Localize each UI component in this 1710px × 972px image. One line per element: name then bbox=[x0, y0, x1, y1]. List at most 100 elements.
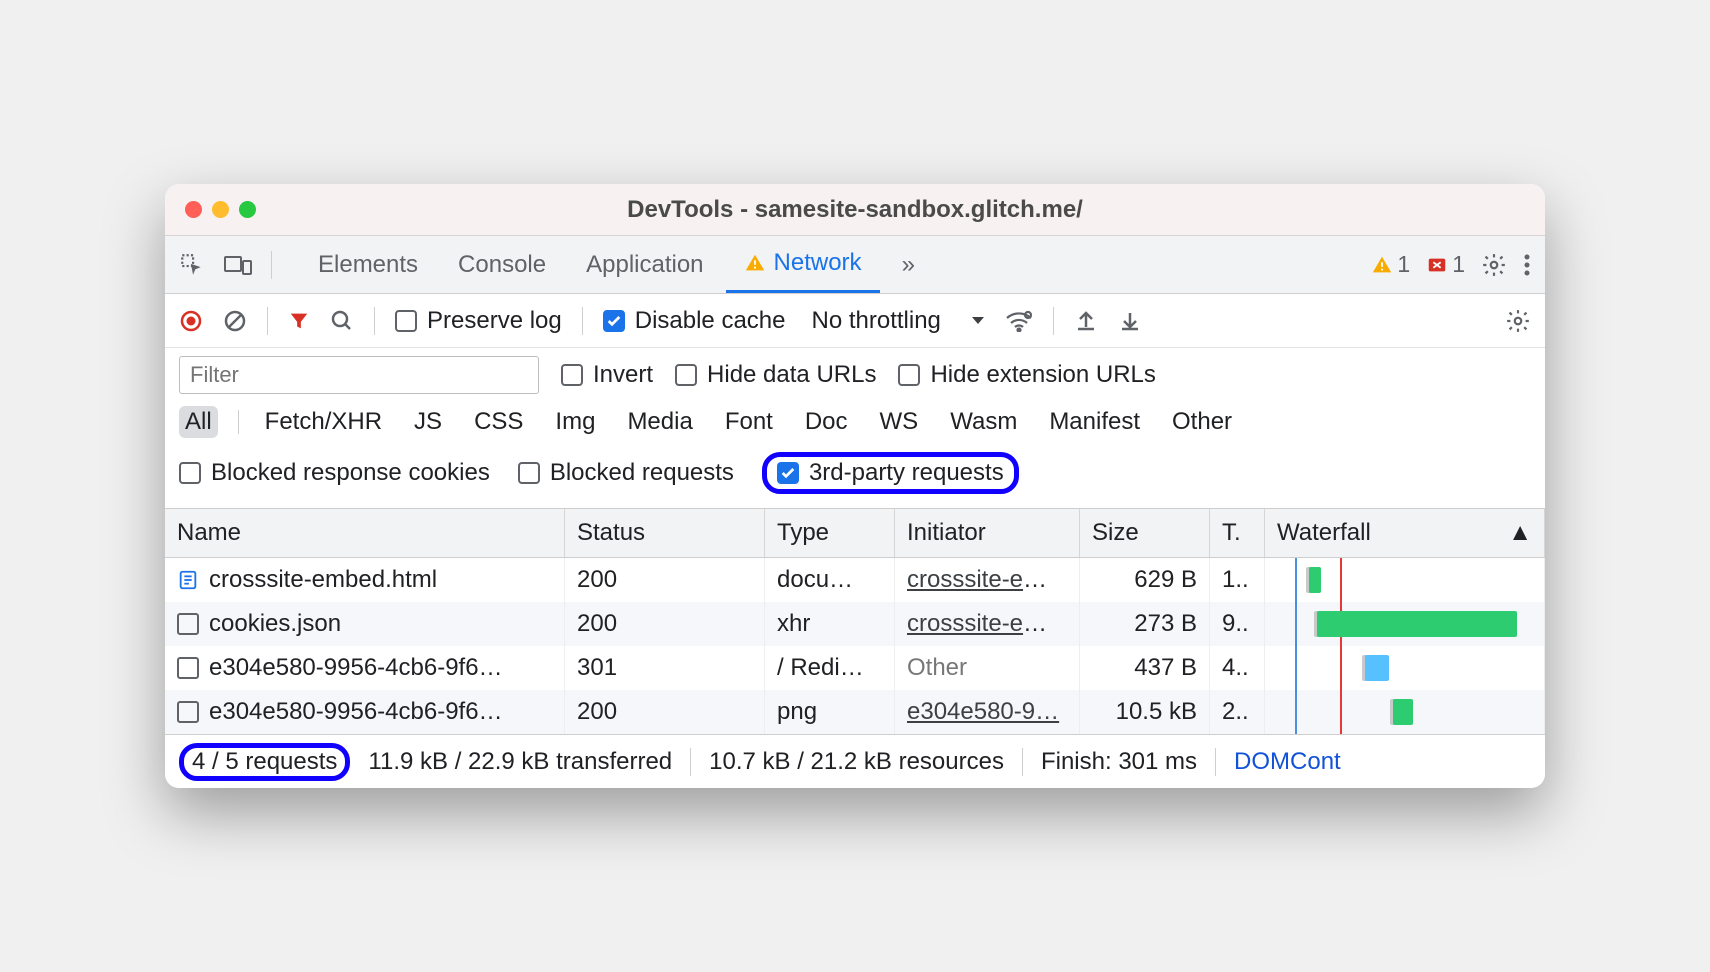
cell-type: xhr bbox=[765, 602, 895, 646]
chip-doc[interactable]: Doc bbox=[799, 406, 854, 438]
chip-other[interactable]: Other bbox=[1166, 406, 1238, 438]
wifi-icon[interactable] bbox=[1005, 310, 1033, 332]
row-name: e304e580-9956-4cb6-9f6… bbox=[209, 698, 503, 726]
traffic-lights bbox=[165, 201, 256, 218]
third-party-checkbox[interactable]: 3rd-party requests bbox=[777, 459, 1004, 487]
tab-application[interactable]: Application bbox=[568, 236, 721, 293]
tab-network[interactable]: Network bbox=[726, 236, 880, 293]
separator bbox=[1053, 307, 1054, 335]
throttling-select[interactable]: No throttling bbox=[811, 307, 984, 335]
tab-label: Console bbox=[458, 251, 546, 279]
sb-resources: 10.7 kB / 21.2 kB resources bbox=[691, 748, 1023, 776]
filter-input[interactable] bbox=[179, 356, 539, 394]
table-row[interactable]: cookies.json200xhrcrosssite-em…273 B9.. bbox=[165, 602, 1545, 646]
issues-error[interactable]: 1 bbox=[1426, 251, 1465, 278]
cell-initiator[interactable]: crosssite-em… bbox=[895, 602, 1080, 646]
cell-waterfall bbox=[1265, 602, 1545, 646]
tabs-more[interactable]: » bbox=[884, 236, 933, 293]
network-settings-icon[interactable] bbox=[1505, 308, 1531, 334]
cell-waterfall bbox=[1265, 558, 1545, 602]
titlebar: DevTools - samesite-sandbox.glitch.me/ bbox=[165, 184, 1545, 236]
placeholder-icon bbox=[177, 701, 199, 723]
cell-initiator[interactable]: e304e580-9… bbox=[895, 690, 1080, 734]
cell-initiator[interactable]: crosssite-em… bbox=[895, 558, 1080, 602]
tab-console[interactable]: Console bbox=[440, 236, 564, 293]
col-size[interactable]: Size bbox=[1080, 509, 1210, 557]
cell-size: 273 B bbox=[1080, 602, 1210, 646]
warning-icon bbox=[744, 252, 766, 274]
preserve-log-checkbox[interactable]: Preserve log bbox=[395, 307, 562, 335]
chip-font[interactable]: Font bbox=[719, 406, 779, 438]
kebab-icon[interactable] bbox=[1523, 253, 1531, 277]
blocked-requests-checkbox[interactable]: Blocked requests bbox=[518, 459, 734, 487]
issues-warning[interactable]: 1 bbox=[1371, 251, 1410, 278]
device-icon[interactable] bbox=[223, 253, 253, 277]
record-icon[interactable] bbox=[179, 309, 203, 333]
checkbox-icon bbox=[777, 462, 799, 484]
blocked-cookies-checkbox[interactable]: Blocked response cookies bbox=[179, 459, 490, 487]
chip-all[interactable]: All bbox=[179, 406, 218, 438]
checkbox-label: Hide data URLs bbox=[707, 361, 876, 389]
error-icon bbox=[1426, 254, 1448, 276]
download-icon[interactable] bbox=[1118, 309, 1142, 333]
sb-domcontent[interactable]: DOMCont bbox=[1216, 748, 1359, 776]
tab-elements[interactable]: Elements bbox=[300, 236, 436, 293]
search-icon[interactable] bbox=[330, 309, 354, 333]
chip-media[interactable]: Media bbox=[621, 406, 698, 438]
table-row[interactable]: e304e580-9956-4cb6-9f6…200pnge304e580-9…… bbox=[165, 690, 1545, 734]
error-count: 1 bbox=[1452, 251, 1465, 278]
filter-row-2: Blocked response cookies Blocked request… bbox=[165, 448, 1545, 509]
chip-manifest[interactable]: Manifest bbox=[1043, 406, 1146, 438]
checkbox-label: Preserve log bbox=[427, 307, 562, 335]
chip-js[interactable]: JS bbox=[408, 406, 448, 438]
checkbox-icon bbox=[561, 364, 583, 386]
disable-cache-checkbox[interactable]: Disable cache bbox=[603, 307, 786, 335]
filter-icon[interactable] bbox=[288, 310, 310, 332]
col-initiator[interactable]: Initiator bbox=[895, 509, 1080, 557]
clear-icon[interactable] bbox=[223, 309, 247, 333]
upload-icon[interactable] bbox=[1074, 309, 1098, 333]
checkbox-label: Invert bbox=[593, 361, 653, 389]
table-row[interactable]: e304e580-9956-4cb6-9f6…301/ Redi…Other43… bbox=[165, 646, 1545, 690]
checkbox-icon bbox=[518, 462, 540, 484]
cell-name: e304e580-9956-4cb6-9f6… bbox=[165, 690, 565, 734]
filter-row: Invert Hide data URLs Hide extension URL… bbox=[165, 348, 1545, 402]
sb-requests: 4 / 5 requests bbox=[192, 748, 337, 776]
hide-ext-urls-checkbox[interactable]: Hide extension URLs bbox=[898, 361, 1155, 389]
network-subtoolbar: Preserve log Disable cache No throttling bbox=[165, 294, 1545, 348]
chip-img[interactable]: Img bbox=[549, 406, 601, 438]
inspect-icon[interactable] bbox=[179, 252, 205, 278]
cell-status: 200 bbox=[565, 558, 765, 602]
zoom-icon[interactable] bbox=[239, 201, 256, 218]
cell-initiator: Other bbox=[895, 646, 1080, 690]
close-icon[interactable] bbox=[185, 201, 202, 218]
placeholder-icon bbox=[177, 613, 199, 635]
settings-icon[interactable] bbox=[1481, 252, 1507, 278]
col-name[interactable]: Name bbox=[165, 509, 565, 557]
cell-size: 10.5 kB bbox=[1080, 690, 1210, 734]
requests-highlight: 4 / 5 requests bbox=[179, 743, 350, 781]
type-filter-row: All Fetch/XHR JS CSS Img Media Font Doc … bbox=[165, 402, 1545, 448]
chip-css[interactable]: CSS bbox=[468, 406, 529, 438]
col-status[interactable]: Status bbox=[565, 509, 765, 557]
chevron-down-icon bbox=[971, 316, 985, 326]
checkbox-label: 3rd-party requests bbox=[809, 459, 1004, 487]
hide-data-urls-checkbox[interactable]: Hide data URLs bbox=[675, 361, 876, 389]
chip-fetch-xhr[interactable]: Fetch/XHR bbox=[259, 406, 388, 438]
separator bbox=[374, 307, 375, 335]
separator bbox=[582, 307, 583, 335]
table-row[interactable]: crosssite-embed.html200docu…crosssite-em… bbox=[165, 558, 1545, 602]
cell-type: / Redi… bbox=[765, 646, 895, 690]
cell-time: 9.. bbox=[1210, 602, 1265, 646]
cell-time: 2.. bbox=[1210, 690, 1265, 734]
col-waterfall[interactable]: Waterfall▲ bbox=[1265, 509, 1545, 557]
tab-label: Application bbox=[586, 251, 703, 279]
cell-type: docu… bbox=[765, 558, 895, 602]
chip-wasm[interactable]: Wasm bbox=[944, 406, 1023, 438]
checkbox-icon bbox=[395, 310, 417, 332]
col-type[interactable]: Type bbox=[765, 509, 895, 557]
col-time[interactable]: T. bbox=[1210, 509, 1265, 557]
chip-ws[interactable]: WS bbox=[874, 406, 925, 438]
invert-checkbox[interactable]: Invert bbox=[561, 361, 653, 389]
minimize-icon[interactable] bbox=[212, 201, 229, 218]
